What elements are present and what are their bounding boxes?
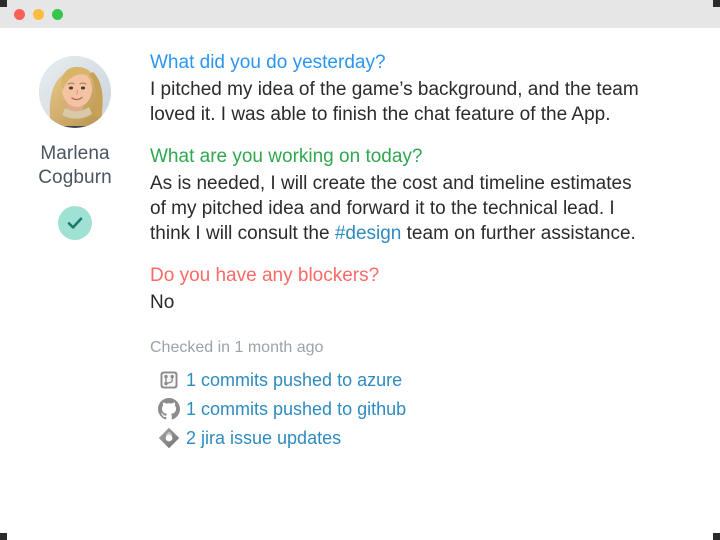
activity-label-jira: 2 jira issue updates (186, 428, 342, 448)
minimize-window-button[interactable] (33, 8, 44, 20)
activity-item-github[interactable]: 1 commits pushed to github (150, 396, 680, 422)
azure-repos-icon (156, 367, 182, 393)
avatar (39, 56, 111, 128)
status-badge (58, 206, 92, 240)
answer-yesterday: I pitched my idea of the game’s backgrou… (150, 79, 639, 125)
answer-today-part2: team on further assistance. (401, 223, 636, 244)
window-titlebar (0, 0, 720, 28)
jira-icon (156, 425, 182, 451)
question-today: What are you working on today? (150, 146, 423, 167)
corner-marker-top-right (713, 0, 720, 7)
standup-entry-blockers: Do you have any blockers? No (150, 263, 680, 315)
corner-marker-top-left (0, 0, 7, 7)
activity-label-github: 1 commits pushed to github (186, 399, 407, 419)
activity-label-azure: 1 commits pushed to azure (186, 370, 403, 390)
person-name-first: Marlena (40, 143, 110, 164)
standup-entry-today: What are you working on today? As is nee… (150, 144, 680, 246)
maximize-window-button[interactable] (52, 8, 63, 20)
close-window-button[interactable] (14, 8, 25, 20)
standup-content: What did you do yesterday? I pitched my … (150, 48, 720, 454)
answer-today: As is needed, I will create the cost and… (150, 171, 640, 246)
person-column: Marlena Cogburn (0, 48, 150, 454)
person-name: Marlena Cogburn (38, 142, 112, 190)
standup-card: Marlena Cogburn What did you do yesterda… (0, 28, 720, 454)
activity-item-azure[interactable]: 1 commits pushed to azure (150, 367, 680, 393)
activity-list: 1 commits pushed to azure 1 commits push… (150, 367, 680, 451)
corner-marker-bottom-left (0, 533, 7, 540)
question-yesterday: What did you do yesterday? (150, 52, 386, 73)
person-name-last: Cogburn (38, 167, 112, 188)
answer-blockers: No (150, 292, 175, 313)
corner-marker-bottom-right (713, 533, 720, 540)
github-icon (156, 396, 182, 422)
standup-entry-yesterday: What did you do yesterday? I pitched my … (150, 50, 680, 127)
hashtag-link-design[interactable]: #design (335, 223, 402, 244)
activity-item-jira[interactable]: 2 jira issue updates (150, 425, 680, 451)
app-window: Marlena Cogburn What did you do yesterda… (0, 0, 720, 540)
question-blockers: Do you have any blockers? (150, 265, 380, 286)
check-icon (67, 217, 83, 229)
checked-in-timestamp: Checked in 1 month ago (150, 339, 324, 356)
